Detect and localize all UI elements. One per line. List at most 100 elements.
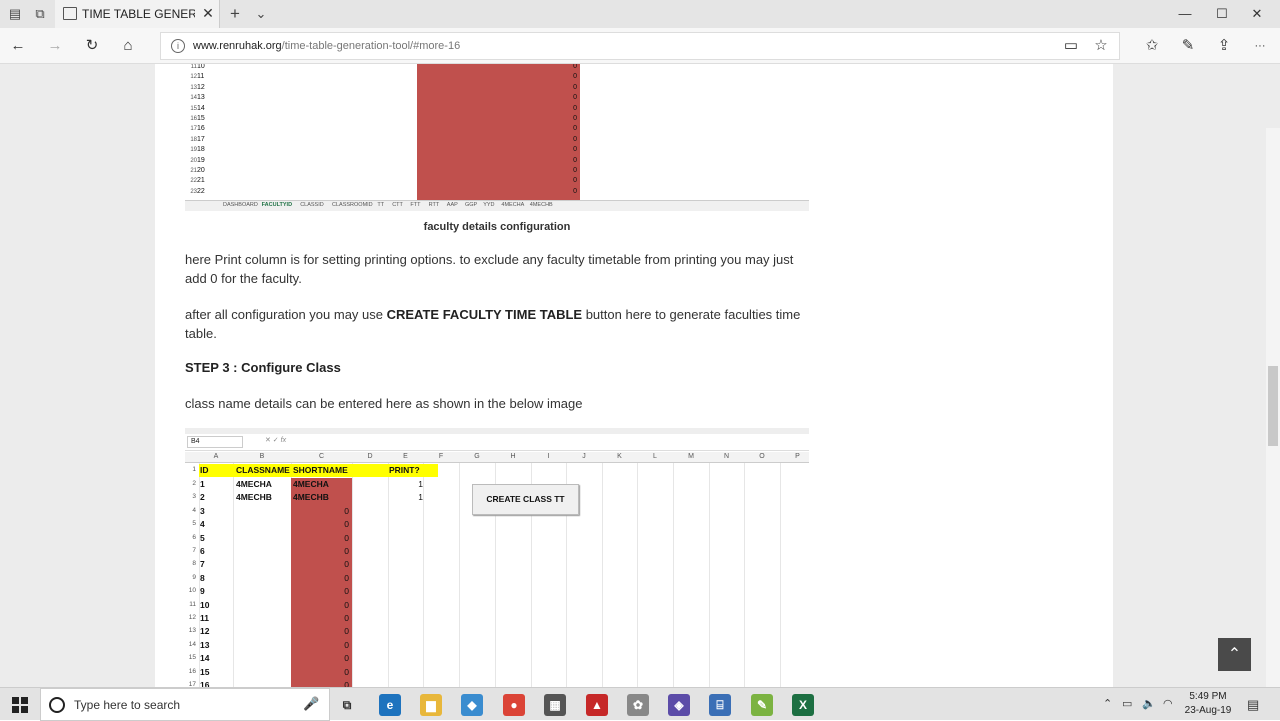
row-number: 1 <box>192 466 196 473</box>
row-number: 6 <box>192 533 196 541</box>
reading-view-icon[interactable]: ▭ <box>1061 37 1081 55</box>
calculator-icon[interactable]: ▦ <box>544 694 566 716</box>
zero-value: 0 <box>344 572 349 583</box>
row-number: 2 <box>192 480 196 487</box>
clock[interactable]: 5:49 PM 23-Aug-19 <box>1180 690 1236 718</box>
notepad-icon[interactable]: ✎ <box>751 694 773 716</box>
microphone-icon[interactable]: 🎤 <box>303 696 319 712</box>
grid-line <box>637 463 638 687</box>
paint-icon[interactable]: ✿ <box>627 694 649 716</box>
row-value: 14 <box>197 104 205 112</box>
url-bar[interactable]: i www.renruhak.org/time-table-generation… <box>160 32 1120 60</box>
wifi-icon[interactable]: ◠ <box>1163 697 1173 710</box>
more-icon[interactable]: ··· <box>1250 37 1270 55</box>
zero-value: 0 <box>344 599 349 610</box>
column-headers: A B C D E F G H I J K L M N O P <box>185 452 809 463</box>
chrome-icon[interactable]: ● <box>503 694 525 716</box>
classname-cell: 4MECHB <box>236 492 272 503</box>
sheet-tab: FACULTYID <box>261 202 293 208</box>
row-number: 12 <box>190 74 197 81</box>
favorite-star-icon[interactable]: ☆ <box>1091 37 1111 55</box>
zero-value: 0 <box>573 187 577 195</box>
sheet-tab: CTT <box>392 202 403 208</box>
excel-icon[interactable]: X <box>792 694 814 716</box>
row-value: 18 <box>197 146 205 154</box>
row-number: 19 <box>190 147 197 154</box>
sheet-tab: DASHBOARD <box>223 202 258 208</box>
zero-value: 0 <box>573 64 577 70</box>
app-icon-blue[interactable]: ◆ <box>461 694 483 716</box>
share-icon[interactable]: ⇪ <box>1214 37 1234 55</box>
app-icon-red[interactable]: ▲ <box>586 694 608 716</box>
tray-expand-icon[interactable]: ⌃ <box>1103 697 1112 710</box>
row-number: 21 <box>190 168 197 174</box>
row-number: 13 <box>188 627 196 635</box>
window-close-icon[interactable]: ✕ <box>1234 0 1280 28</box>
forward-icon[interactable]: → <box>45 37 65 55</box>
zero-value: 0 <box>344 546 349 556</box>
windows-start-icon[interactable] <box>12 697 28 713</box>
active-tab[interactable]: TIME TABLE GENERATIC ✕ <box>55 0 220 28</box>
scrollbar-thumb[interactable] <box>1268 366 1278 446</box>
sheet-tabs-bar: DASHBOARD FACULTYID CLASSID CLASSROOMID TT CT… <box>185 200 809 211</box>
app-icon-purple[interactable]: ◈ <box>668 694 690 716</box>
zero-value: 0 <box>573 73 577 81</box>
create-class-tt-button: CREATE CLASS TT <box>472 484 579 515</box>
column-header: E <box>403 453 408 460</box>
edge-icon[interactable]: e <box>379 694 401 716</box>
pen-notes-icon[interactable]: ✎ <box>1178 37 1198 55</box>
row-value: 10 <box>197 64 205 70</box>
row-value: 11 <box>197 73 205 81</box>
name-box: B4 <box>187 436 243 448</box>
back-icon[interactable]: ← <box>8 37 28 55</box>
row-number: 4 <box>192 506 196 514</box>
row-number: 16 <box>188 667 196 675</box>
refresh-icon[interactable]: ↻ <box>82 37 102 55</box>
zero-value: 0 <box>344 626 349 637</box>
volume-icon[interactable]: 🔈 <box>1142 697 1156 710</box>
scroll-to-top-button[interactable]: ⌃ <box>1218 638 1251 671</box>
grid-line <box>602 463 603 687</box>
network-app-icon[interactable]: ⌸ <box>709 694 731 716</box>
id-cell: 15 <box>200 666 210 677</box>
battery-icon[interactable]: ▭ <box>1122 697 1132 710</box>
tab-bar: ▤ ⧉ TIME TABLE GENERATIC ✕ + ⌄ — ☐ ✕ <box>0 0 1280 28</box>
sheet-tab: 4MECHB <box>529 202 553 208</box>
favorites-hub-icon[interactable]: ✩ <box>1142 37 1162 55</box>
notification-center-icon[interactable]: ▤ <box>1247 697 1259 713</box>
taskbar-search-input[interactable]: Type here to search 🎤 <box>40 688 330 721</box>
id-cell: 4 <box>200 519 205 530</box>
shortname-cell: 4MECHA <box>293 479 329 489</box>
fx-label: fx <box>280 437 287 444</box>
grid-line <box>352 463 353 687</box>
header-id: ID <box>200 465 209 475</box>
id-cell: 12 <box>200 626 210 637</box>
home-icon[interactable]: ⌂ <box>118 37 138 55</box>
site-info-icon[interactable]: i <box>171 39 185 53</box>
tab-preview-icon[interactable]: ▤ <box>6 5 24 23</box>
column-header: O <box>759 453 765 460</box>
row-number: 11 <box>190 64 197 70</box>
file-explorer-icon[interactable]: ▆ <box>420 694 442 716</box>
set-aside-tabs-icon[interactable]: ⧉ <box>31 5 49 23</box>
para2-bold: CREATE FACULTY TIME TABLE <box>386 307 583 322</box>
column-header: L <box>653 453 657 460</box>
header-print: PRINT? <box>389 465 420 475</box>
page-viewport: 11 10 0 12 11 0 13 12 0 14 13 0 15 14 0 16 15 0 17 16 0 18 17 0… <box>0 64 1280 687</box>
column-header: D <box>367 453 373 460</box>
header-shortname: SHORTNAME <box>293 465 348 475</box>
sheet-tab: TT <box>377 202 385 208</box>
zero-value: 0 <box>573 104 577 112</box>
url-domain: www.renruhak.org <box>193 40 282 52</box>
tab-menu-icon[interactable]: ⌄ <box>252 5 270 23</box>
task-view-icon[interactable]: ⧉ <box>336 694 358 716</box>
new-tab-icon[interactable]: + <box>226 5 244 23</box>
close-tab-icon[interactable]: ✕ <box>200 5 216 21</box>
zero-value: 0 <box>344 680 349 687</box>
column-header: N <box>723 453 730 460</box>
row-number: 14 <box>190 95 197 102</box>
row-number: 14 <box>188 640 196 648</box>
row-number: 3 <box>192 493 196 501</box>
sheet-tab: CLASSID <box>300 202 324 208</box>
sheet-tab: GGP <box>465 202 478 208</box>
